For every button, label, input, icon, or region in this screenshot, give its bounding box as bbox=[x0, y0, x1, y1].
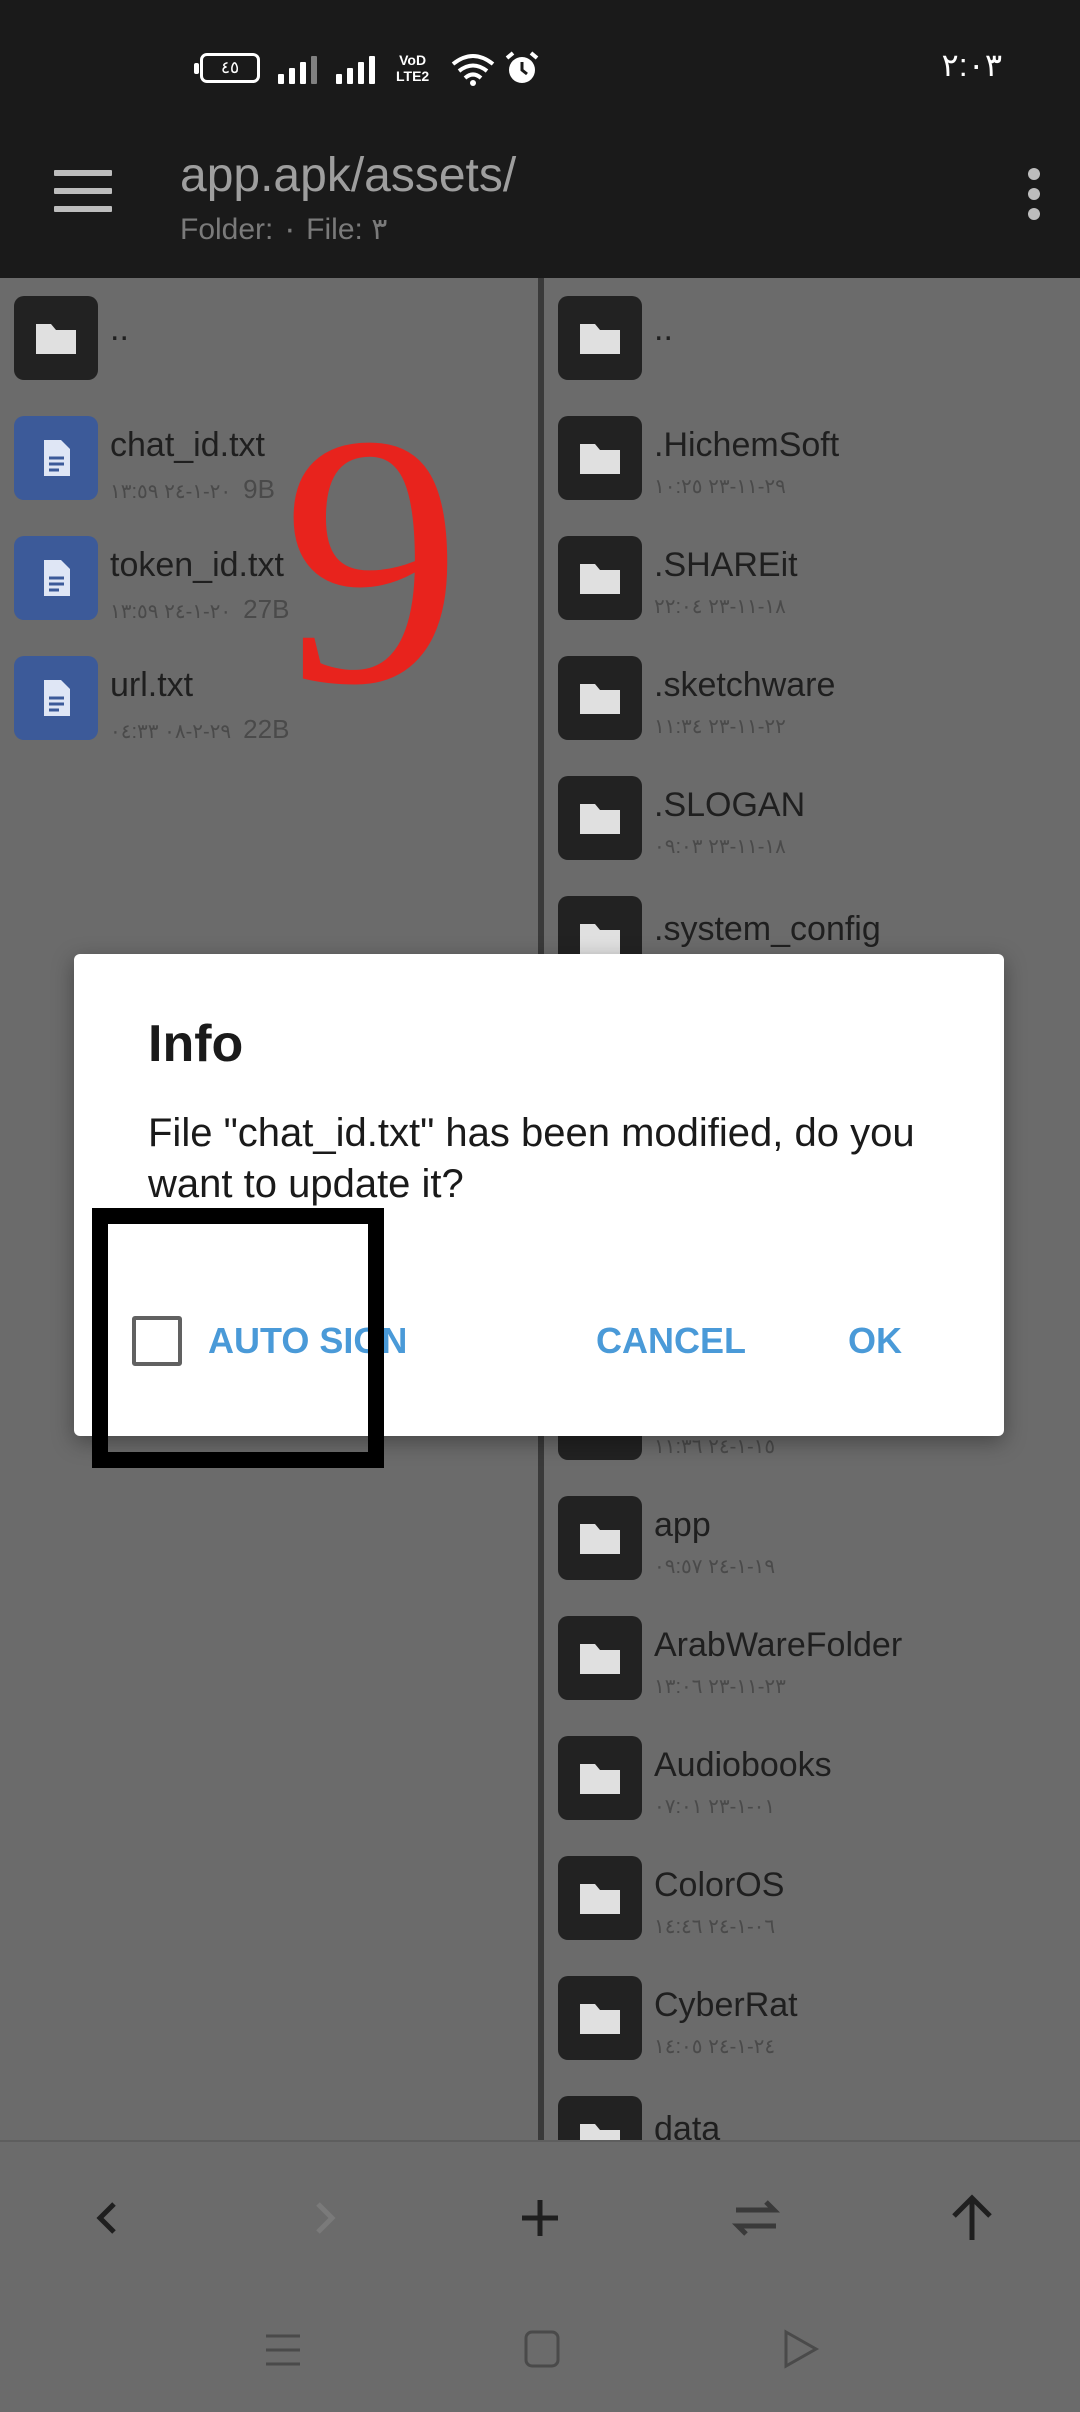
alarm-icon bbox=[505, 51, 539, 83]
signal-icon-2 bbox=[336, 56, 375, 84]
item-name: token_id.txt bbox=[110, 546, 284, 584]
folder-icon bbox=[14, 296, 98, 380]
path-subtitle: Folder: ٠ File: ٣ bbox=[180, 213, 388, 246]
up-arrow-icon[interactable] bbox=[942, 2188, 1002, 2248]
item-date: ٢٢-١١-٢٣ ١١:٣٤ bbox=[654, 716, 786, 738]
list-item[interactable]: data bbox=[544, 2078, 1080, 2140]
item-date: ١٩-١-٢٤ ٠٩:٥٧ bbox=[654, 1556, 776, 1578]
item-name: Audiobooks bbox=[654, 1746, 832, 1784]
more-options-icon[interactable] bbox=[1028, 168, 1042, 228]
item-name: chat_id.txt bbox=[110, 426, 265, 464]
item-date: ٢٩-٢-٠٨ ٠٤:٣٣ bbox=[110, 721, 232, 743]
item-name: .sketchware bbox=[654, 666, 836, 704]
folder-icon bbox=[558, 416, 642, 500]
folder-icon bbox=[558, 1496, 642, 1580]
item-name: .SLOGAN bbox=[654, 786, 806, 824]
item-date: ٢٠-١-٢٤ ١٣:٥٩ bbox=[110, 481, 232, 503]
folder-icon bbox=[558, 1616, 642, 1700]
swap-icon[interactable] bbox=[726, 2188, 786, 2248]
folder-icon bbox=[558, 296, 642, 380]
item-meta: ٢٠-١-٢٤ ١٣:٥٩ 27B bbox=[110, 594, 289, 625]
list-item[interactable]: .SLOGAN ١٨-١١-٢٣ ٠٩:٠٣ bbox=[544, 758, 1080, 878]
list-item[interactable]: .HichemSoft ٢٩-١١-٢٣ ١٠:٢٥ bbox=[544, 398, 1080, 518]
item-name: .. bbox=[110, 310, 129, 348]
volte-line2: LTE2 bbox=[396, 68, 430, 84]
cancel-button[interactable]: CANCEL bbox=[596, 1320, 746, 1362]
annotation-number: 9 bbox=[282, 360, 462, 759]
add-icon[interactable] bbox=[510, 2188, 570, 2248]
folder-icon bbox=[558, 536, 642, 620]
folder-icon bbox=[558, 1856, 642, 1940]
list-item[interactable]: ArabWareFolder ٢٣-١١-٢٣ ١٣:٠٦ bbox=[544, 1598, 1080, 1718]
item-date: ٠١-١-٢٣ ٠٧:٠١ bbox=[654, 1796, 776, 1818]
item-date: ٢٠-١-٢٤ ١٣:٥٩ bbox=[110, 601, 232, 623]
recents-icon[interactable] bbox=[262, 2330, 304, 2370]
item-name: .. bbox=[654, 310, 673, 348]
item-date: ١٥-١-٢٤ ١١:٣٦ bbox=[654, 1436, 776, 1458]
app-toolbar: app.apk/assets/ Folder: ٠ File: ٣ bbox=[0, 128, 1080, 278]
battery-icon: ٤٥ bbox=[194, 53, 260, 83]
item-name: .system_config bbox=[654, 910, 881, 948]
status-bar: ٤٥ VoD LTE2 ٢:٠٣ bbox=[0, 0, 1080, 128]
list-item[interactable]: .. bbox=[544, 278, 1080, 398]
folder-icon bbox=[558, 776, 642, 860]
item-name: url.txt bbox=[110, 666, 194, 704]
ok-button[interactable]: OK bbox=[848, 1320, 902, 1362]
item-date: ٢٤-١-٢٤ ١٤:٠٥ bbox=[654, 2036, 776, 2058]
battery-level: ٤٥ bbox=[220, 58, 240, 77]
item-name: .HichemSoft bbox=[654, 426, 840, 464]
item-meta: ٢٠-١-٢٤ ١٣:٥٩ 9B bbox=[110, 474, 275, 505]
list-item[interactable]: Audiobooks ٠١-١-٢٣ ٠٧:٠١ bbox=[544, 1718, 1080, 1838]
home-icon[interactable] bbox=[522, 2328, 562, 2370]
item-date: ٢٩-١١-٢٣ ١٠:٢٥ bbox=[654, 476, 786, 498]
item-name: ColorOS bbox=[654, 1866, 785, 1904]
back-icon[interactable] bbox=[78, 2188, 138, 2248]
menu-icon[interactable] bbox=[54, 170, 112, 214]
forward-icon[interactable] bbox=[294, 2188, 354, 2248]
highlight-box bbox=[92, 1208, 384, 1468]
file-icon bbox=[14, 656, 98, 740]
dialog-message: File "chat_id.txt" has been modified, do… bbox=[148, 1111, 915, 1206]
wifi-icon bbox=[451, 54, 495, 86]
list-item[interactable]: .sketchware ٢٢-١١-٢٣ ١١:٣٤ bbox=[544, 638, 1080, 758]
list-item[interactable]: ColorOS ٠٦-١-٢٤ ١٤:٤٦ bbox=[544, 1838, 1080, 1958]
item-date: ١٨-١١-٢٣ ٢٢:٠٤ bbox=[654, 596, 786, 618]
bottom-action-bar bbox=[0, 2140, 1080, 2292]
folder-icon bbox=[558, 1976, 642, 2060]
list-item[interactable]: app ١٩-١-٢٤ ٠٩:٥٧ bbox=[544, 1478, 1080, 1598]
volte-icon: VoD LTE2 bbox=[396, 52, 429, 84]
back-nav-icon[interactable] bbox=[780, 2328, 822, 2370]
status-clock: ٢:٠٣ bbox=[941, 47, 1002, 83]
item-meta: ٢٩-٢-٠٨ ٠٤:٣٣ 22B bbox=[110, 714, 289, 745]
item-name: .SHAREit bbox=[654, 546, 798, 584]
item-date: ١٨-١١-٢٣ ٠٩:٠٣ bbox=[654, 836, 786, 858]
item-name: data bbox=[654, 2110, 721, 2140]
item-date: ٠٦-١-٢٤ ١٤:٤٦ bbox=[654, 1916, 776, 1938]
folder-icon bbox=[558, 2096, 642, 2140]
item-size: 9B bbox=[243, 474, 275, 504]
file-icon bbox=[14, 416, 98, 500]
folder-icon bbox=[558, 1736, 642, 1820]
dialog-title: Info bbox=[148, 1015, 244, 1073]
volte-line1: VoD bbox=[399, 52, 427, 68]
item-name: ArabWareFolder bbox=[654, 1626, 903, 1664]
folder-icon bbox=[558, 656, 642, 740]
item-date: ٢٣-١١-٢٣ ١٣:٠٦ bbox=[654, 1676, 786, 1698]
item-name: app bbox=[654, 1506, 711, 1544]
path-title: app.apk/assets/ bbox=[180, 149, 517, 202]
list-item[interactable]: .SHAREit ١٨-١١-٢٣ ٢٢:٠٤ bbox=[544, 518, 1080, 638]
system-nav-bar bbox=[0, 2290, 1080, 2412]
item-name: CyberRat bbox=[654, 1986, 798, 2024]
list-item[interactable]: CyberRat ٢٤-١-٢٤ ١٤:٠٥ bbox=[544, 1958, 1080, 2078]
signal-icon bbox=[278, 56, 317, 84]
file-icon bbox=[14, 536, 98, 620]
